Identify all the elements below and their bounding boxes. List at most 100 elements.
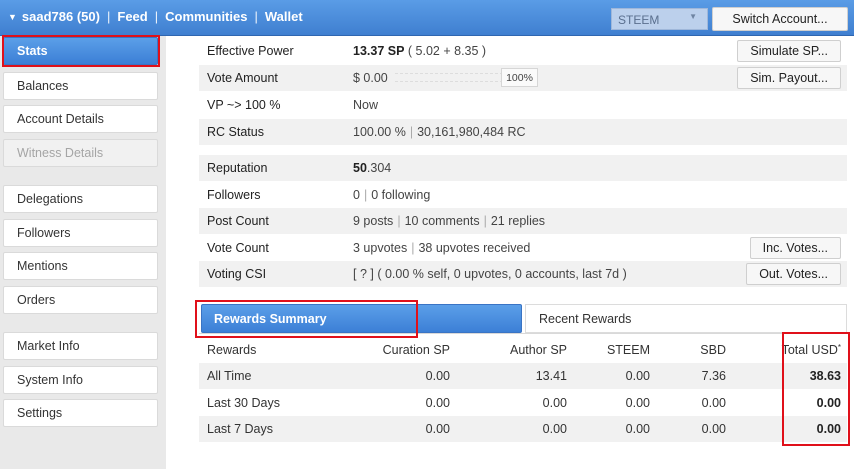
reputation-label: Reputation (207, 161, 268, 175)
table-row: All Time 0.00 13.41 0.00 7.36 38.63 (199, 363, 847, 389)
account-link[interactable]: saad786 (50) (22, 9, 100, 24)
caret-down-icon[interactable]: ▼ (8, 12, 17, 22)
posts-count: 9 posts (353, 214, 394, 228)
table-cell: 13.41 (535, 369, 567, 383)
sidebar-item-orders[interactable]: Orders (3, 286, 158, 314)
voting-csi-value: [ ? ] ( 0.00 % self, 0 upvotes, 0 accoun… (353, 267, 627, 281)
rc-status-value: 100.00 % | 30,161,980,484 RC (353, 125, 526, 139)
currency-select[interactable]: STEEM ▼ (611, 8, 708, 30)
top-nav: ▼ saad786 (50) | Feed | Communities | Wa… (8, 9, 303, 24)
column-header: Rewards (207, 343, 257, 357)
vote-count-label: Vote Count (207, 241, 269, 255)
stats-row-post-count: Post Count 9 posts | 10 comments | 21 replie… (199, 208, 847, 234)
following-count: 0 following (371, 188, 431, 202)
stats-row-rc-status: RC Status 100.00 % | 30,161,980,484 RC (199, 119, 847, 145)
vote-count-value: 3 upvotes | 38 upvotes received (353, 241, 530, 255)
vp-value: Now (353, 98, 379, 112)
column-header: Author SP (510, 343, 567, 357)
vote-weight-percent[interactable]: 100% (501, 68, 538, 87)
column-header: SBD (700, 343, 726, 357)
value-separator: | (411, 241, 415, 255)
effective-power-value: 13.37 SP ( 5.02 + 8.35 ) (353, 44, 486, 58)
sidebar-item-market-info[interactable]: Market Info (3, 332, 158, 360)
nav-separator: | (254, 9, 258, 24)
table-cell: 0.00 (625, 396, 650, 410)
stats-row-voting-csi: Voting CSI [ ? ] ( 0.00 % self, 0 upvote… (199, 261, 847, 287)
upvotes-received: 38 upvotes received (418, 241, 531, 255)
sidebar-item-followers[interactable]: Followers (3, 219, 158, 247)
comments-count: 10 comments (404, 214, 480, 228)
table-cell: 0.00 (425, 422, 450, 436)
sidebar-item-stats[interactable]: Stats (3, 37, 158, 65)
value-separator: | (363, 188, 368, 202)
value-separator: | (397, 214, 401, 228)
inc-votes-button[interactable]: Inc. Votes... (749, 237, 841, 259)
sidebar-item-mentions[interactable]: Mentions (3, 252, 158, 280)
tabs-divider (199, 333, 847, 334)
voting-csi-label: Voting CSI (207, 267, 267, 281)
reputation-int: 50 (353, 161, 367, 175)
vp-label: VP ~> 100 % (207, 98, 281, 112)
value-separator: | (409, 125, 414, 139)
wallet-link[interactable]: Wallet (265, 9, 303, 24)
vote-amount-value: $ 0.00 (353, 71, 388, 85)
nav-separator: | (106, 9, 111, 24)
table-cell-total: 38.63 (809, 369, 841, 383)
table-cell: 0.00 (701, 396, 726, 410)
rewards-table-header: Rewards Curation SP Author SP STEEM SBD … (199, 337, 847, 363)
sidebar-item-system-info[interactable]: System Info (3, 366, 158, 394)
table-cell: All Time (207, 369, 252, 383)
followers-count: 0 (353, 188, 360, 202)
table-row: Last 7 Days 0.00 0.00 0.00 0.00 0.00 (199, 416, 847, 442)
sidebar-item-account-details[interactable]: Account Details (3, 105, 158, 133)
stats-row-vote-count: Vote Count 3 upvotes | 38 upvotes received… (199, 235, 847, 261)
table-cell: Last 7 Days (207, 422, 274, 436)
stats-row-followers: Followers 0 | 0 following (199, 182, 847, 208)
communities-link[interactable]: Communities (165, 9, 247, 24)
nav-separator: | (154, 9, 159, 24)
rc-status-label: RC Status (207, 125, 264, 139)
table-cell: 0.00 (425, 396, 450, 410)
followers-value: 0 | 0 following (353, 188, 430, 202)
currency-select-value: STEEM (618, 13, 660, 27)
table-cell: 0.00 (542, 422, 567, 436)
table-cell-total: 0.00 (816, 422, 841, 436)
out-votes-button[interactable]: Out. Votes... (746, 263, 841, 285)
footnote-mark: * (837, 343, 841, 352)
table-cell-total: 0.00 (816, 396, 841, 410)
value-separator: | (483, 214, 487, 228)
tab-rewards-summary[interactable]: Rewards Summary (201, 304, 522, 333)
post-count-value: 9 posts | 10 comments | 21 replies (353, 214, 545, 228)
column-header: STEEM (606, 343, 650, 357)
rc-amount: 30,161,980,484 RC (417, 125, 526, 139)
table-cell: 0.00 (425, 369, 450, 383)
table-cell: 0.00 (625, 422, 650, 436)
vote-weight-slider[interactable] (395, 73, 503, 82)
table-row: Last 30 Days 0.00 0.00 0.00 0.00 0.00 (199, 390, 847, 416)
table-cell: 0.00 (701, 422, 726, 436)
switch-account-button[interactable]: Switch Account... (712, 7, 848, 31)
reputation-value: 50.304 (353, 161, 391, 175)
table-cell: 0.00 (542, 396, 567, 410)
stats-row-vote-amount: Vote Amount $ 0.00 100% Sim. Payout... (199, 65, 847, 91)
effective-power-label: Effective Power (207, 44, 294, 58)
tab-recent-rewards[interactable]: Recent Rewards (525, 304, 847, 333)
effective-power-detail: ( 5.02 + 8.35 ) (404, 44, 487, 58)
sidebar-item-balances[interactable]: Balances (3, 72, 158, 100)
column-header: Curation SP (382, 343, 450, 357)
followers-label: Followers (207, 188, 261, 202)
sim-payout-button[interactable]: Sim. Payout... (737, 67, 841, 89)
simulate-sp-button[interactable]: Simulate SP... (737, 40, 841, 62)
feed-link[interactable]: Feed (117, 9, 147, 24)
table-cell: 0.00 (625, 369, 650, 383)
sidebar-item-settings[interactable]: Settings (3, 399, 158, 427)
top-bar: ▼ saad786 (50) | Feed | Communities | Wa… (0, 0, 854, 36)
column-header-total-usd: Total USD* (782, 343, 841, 357)
sidebar-item-witness-details: Witness Details (3, 139, 158, 167)
chevron-down-icon: ▼ (689, 12, 697, 21)
stats-row-effective-power: Effective Power 13.37 SP ( 5.02 + 8.35 )… (199, 38, 847, 64)
reputation-dec: .304 (366, 161, 392, 175)
vote-amount-label: Vote Amount (207, 71, 278, 85)
sidebar-item-delegations[interactable]: Delegations (3, 185, 158, 213)
post-count-label: Post Count (207, 214, 269, 228)
